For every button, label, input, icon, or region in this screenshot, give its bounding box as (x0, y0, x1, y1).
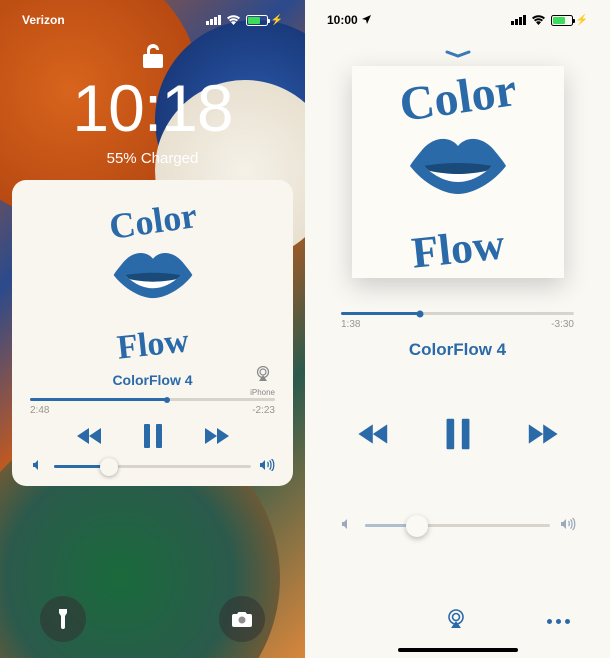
art-text-bottom: Flow (409, 218, 507, 278)
time-elapsed: 2:48 (30, 405, 49, 416)
status-bar: 10:00 ⚡ (305, 10, 610, 30)
volume-slider[interactable] (30, 459, 275, 474)
battery-icon (246, 15, 268, 26)
nowplaying-phone: 10:00 ⚡ Color Flow 1:38 -3:30 ColorFlow … (305, 0, 610, 658)
more-button[interactable] (547, 619, 570, 624)
carrier-label: Verizon (22, 13, 65, 27)
airplay-button[interactable]: iPhone (250, 366, 275, 397)
time-elapsed: 1:38 (341, 319, 360, 330)
art-text-top: Color (396, 62, 520, 133)
art-text-bottom: Flow (115, 322, 190, 367)
sheet-grabber-icon[interactable] (444, 46, 472, 64)
volume-low-icon (339, 518, 355, 533)
charging-icon: ⚡ (271, 15, 283, 26)
signal-icon (206, 15, 221, 25)
lock-dock (0, 596, 305, 642)
airplay-label: iPhone (250, 388, 275, 397)
pause-button[interactable] (444, 418, 472, 455)
wifi-icon (226, 13, 241, 28)
lips-icon (112, 250, 194, 307)
camera-button[interactable] (219, 596, 265, 642)
charging-icon: ⚡ (576, 15, 588, 26)
now-playing-card[interactable]: Color Flow ColorFlow 4 iPhone 2:48 -2:23 (12, 180, 293, 486)
time-remaining: -3:30 (551, 319, 574, 330)
forward-button[interactable] (524, 422, 560, 451)
signal-icon (511, 15, 526, 25)
lock-clock: 10:18 (0, 70, 305, 146)
lockscreen-phone: Verizon ⚡ 10:18 55% Charged Color Flow C… (0, 0, 305, 658)
location-icon (362, 13, 371, 27)
art-text-top: Color (106, 194, 199, 248)
album-art[interactable]: Color Flow (352, 66, 564, 278)
forward-button[interactable] (201, 426, 231, 451)
home-indicator[interactable] (398, 648, 518, 652)
pause-button[interactable] (142, 424, 164, 453)
track-title: ColorFlow 4 (305, 340, 610, 360)
album-art: Color Flow (78, 202, 228, 352)
wifi-icon (531, 13, 546, 28)
scrub-bar[interactable]: 1:38 -3:30 (341, 312, 574, 330)
volume-high-icon (259, 459, 275, 474)
charge-status: 55% Charged (0, 150, 305, 167)
volume-high-icon (560, 518, 576, 533)
lips-icon (408, 136, 508, 203)
rewind-button[interactable] (356, 422, 392, 451)
flashlight-button[interactable] (40, 596, 86, 642)
battery-icon (551, 15, 573, 26)
status-bar: Verizon ⚡ (0, 10, 305, 30)
time-remaining: -2:23 (252, 405, 275, 416)
volume-low-icon (30, 459, 46, 474)
volume-slider[interactable] (339, 518, 576, 533)
track-title: ColorFlow 4 (112, 372, 192, 388)
airplay-button[interactable] (445, 609, 467, 634)
rewind-button[interactable] (75, 426, 105, 451)
scrub-bar[interactable]: 2:48 -2:23 (30, 398, 275, 416)
status-clock: 10:00 (327, 13, 358, 27)
